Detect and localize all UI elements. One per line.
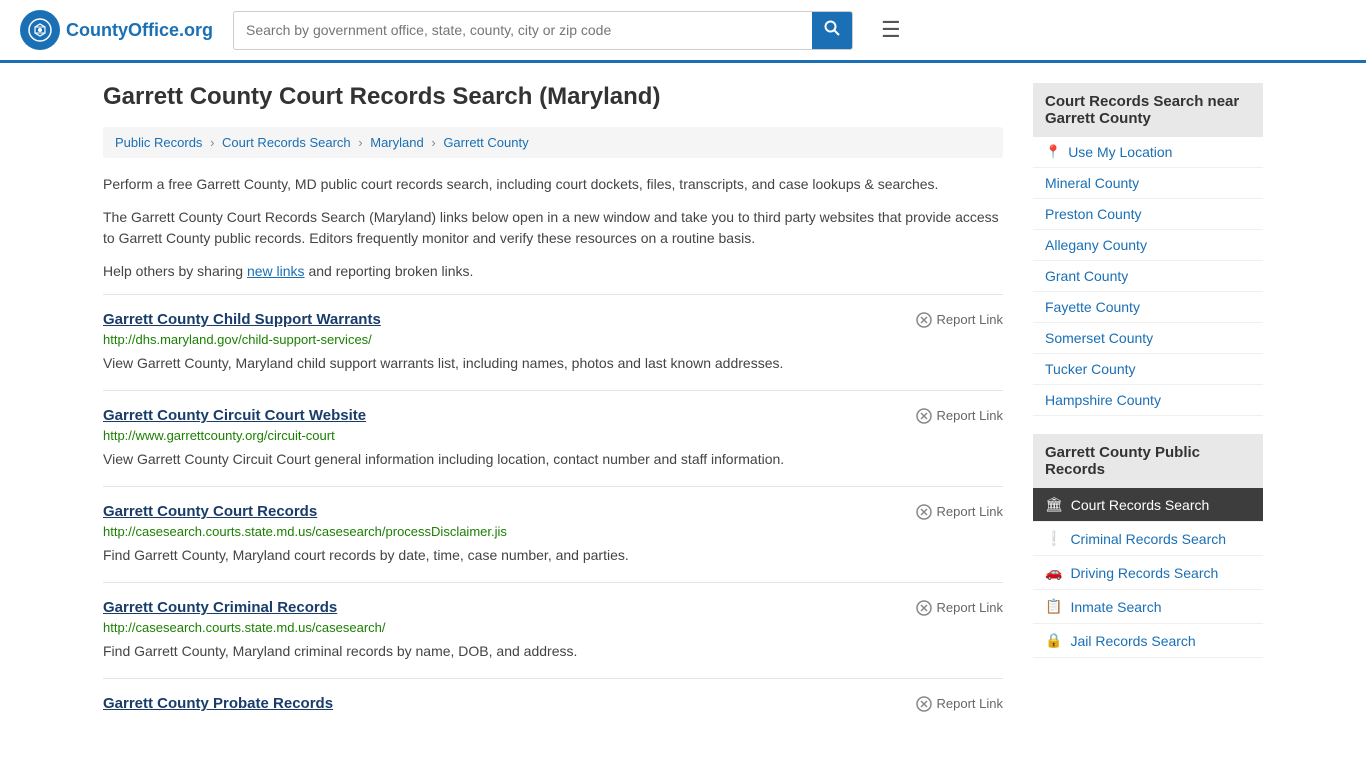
- breadcrumb-link-garrett[interactable]: Garrett County: [443, 135, 528, 150]
- sidebar-county-6[interactable]: Tucker County: [1033, 354, 1263, 385]
- result-title-1[interactable]: Garrett County Circuit Court Website: [103, 407, 366, 424]
- report-icon: [916, 696, 932, 712]
- result-item: Garrett County Criminal Records Report L…: [103, 582, 1003, 678]
- description-2: The Garrett County Court Records Search …: [103, 207, 1003, 249]
- report-icon: [916, 408, 932, 424]
- result-item: Garrett County Child Support Warrants Re…: [103, 294, 1003, 390]
- sidebar-county-4[interactable]: Fayette County: [1033, 292, 1263, 323]
- logo-text: CountyOffice.org: [66, 20, 213, 41]
- sidebar-county-2[interactable]: Allegany County: [1033, 230, 1263, 261]
- result-description-1: View Garrett County Circuit Court genera…: [103, 449, 1003, 470]
- result-title-0[interactable]: Garrett County Child Support Warrants: [103, 311, 381, 328]
- description-3: Help others by sharing new links and rep…: [103, 261, 1003, 282]
- record-icon-1: ❕: [1045, 530, 1062, 547]
- result-item: Garrett County Court Records Report Link…: [103, 486, 1003, 582]
- sidebar-county-1[interactable]: Preston County: [1033, 199, 1263, 230]
- location-icon: 📍: [1045, 144, 1061, 160]
- report-link-3[interactable]: Report Link: [916, 600, 1003, 616]
- menu-button[interactable]: ☰: [881, 17, 901, 43]
- sidebar-county-7[interactable]: Hampshire County: [1033, 385, 1263, 416]
- record-icon-2: 🚗: [1045, 564, 1062, 581]
- description-1: Perform a free Garrett County, MD public…: [103, 174, 1003, 195]
- result-url-0[interactable]: http://dhs.maryland.gov/child-support-se…: [103, 332, 1003, 347]
- report-icon: [916, 600, 932, 616]
- result-title-3[interactable]: Garrett County Criminal Records: [103, 599, 337, 616]
- sidebar-county-3[interactable]: Grant County: [1033, 261, 1263, 292]
- result-url-3[interactable]: http://casesearch.courts.state.md.us/cas…: [103, 620, 1003, 635]
- breadcrumb-link-maryland[interactable]: Maryland: [370, 135, 423, 150]
- sidebar-nearby-links: 📍 Use My Location Mineral CountyPreston …: [1033, 137, 1263, 416]
- result-item: Garrett County Probate Records Report Li…: [103, 678, 1003, 732]
- report-link-0[interactable]: Report Link: [916, 312, 1003, 328]
- result-title-2[interactable]: Garrett County Court Records: [103, 503, 317, 520]
- results-list: Garrett County Child Support Warrants Re…: [103, 294, 1003, 732]
- search-button[interactable]: [812, 12, 852, 49]
- sidebar: Court Records Search near Garrett County…: [1033, 83, 1263, 732]
- logo-icon: [20, 10, 60, 50]
- breadcrumb-link-public-records[interactable]: Public Records: [115, 135, 202, 150]
- sidebar-record-link-1[interactable]: ❕Criminal Records Search: [1033, 522, 1263, 556]
- record-icon-3: 📋: [1045, 598, 1062, 615]
- sidebar-record-link-0[interactable]: 🏛Court Records Search: [1033, 488, 1263, 522]
- new-links-link[interactable]: new links: [247, 263, 305, 279]
- record-icon-0: 🏛: [1045, 496, 1063, 513]
- sidebar-record-link-2[interactable]: 🚗Driving Records Search: [1033, 556, 1263, 590]
- sidebar-nearby-title: Court Records Search near Garrett County: [1033, 83, 1263, 137]
- result-description-0: View Garrett County, Maryland child supp…: [103, 353, 1003, 374]
- report-link-2[interactable]: Report Link: [916, 504, 1003, 520]
- search-bar: [233, 11, 853, 50]
- report-icon: [916, 504, 932, 520]
- result-url-1[interactable]: http://www.garrettcounty.org/circuit-cou…: [103, 428, 1003, 443]
- page-title: Garrett County Court Records Search (Mar…: [103, 83, 1003, 111]
- sidebar-use-location[interactable]: 📍 Use My Location: [1033, 137, 1263, 168]
- breadcrumb-link-court-records[interactable]: Court Records Search: [222, 135, 351, 150]
- result-title-4[interactable]: Garrett County Probate Records: [103, 695, 333, 712]
- breadcrumb: Public Records › Court Records Search › …: [103, 127, 1003, 158]
- report-link-4[interactable]: Report Link: [916, 696, 1003, 712]
- report-icon: [916, 312, 932, 328]
- sidebar-public-records-title: Garrett County Public Records: [1033, 434, 1263, 488]
- sidebar-record-links: 🏛Court Records Search❕Criminal Records S…: [1033, 488, 1263, 658]
- logo[interactable]: CountyOffice.org: [20, 10, 213, 50]
- record-icon-4: 🔒: [1045, 632, 1062, 649]
- sidebar-record-link-4[interactable]: 🔒Jail Records Search: [1033, 624, 1263, 658]
- result-description-3: Find Garrett County, Maryland criminal r…: [103, 641, 1003, 662]
- sidebar-record-link-3[interactable]: 📋Inmate Search: [1033, 590, 1263, 624]
- sidebar-county-5[interactable]: Somerset County: [1033, 323, 1263, 354]
- search-input[interactable]: [234, 14, 812, 46]
- result-description-2: Find Garrett County, Maryland court reco…: [103, 545, 1003, 566]
- report-link-1[interactable]: Report Link: [916, 408, 1003, 424]
- sidebar-county-0[interactable]: Mineral County: [1033, 168, 1263, 199]
- result-item: Garrett County Circuit Court Website Rep…: [103, 390, 1003, 486]
- result-url-2[interactable]: http://casesearch.courts.state.md.us/cas…: [103, 524, 1003, 539]
